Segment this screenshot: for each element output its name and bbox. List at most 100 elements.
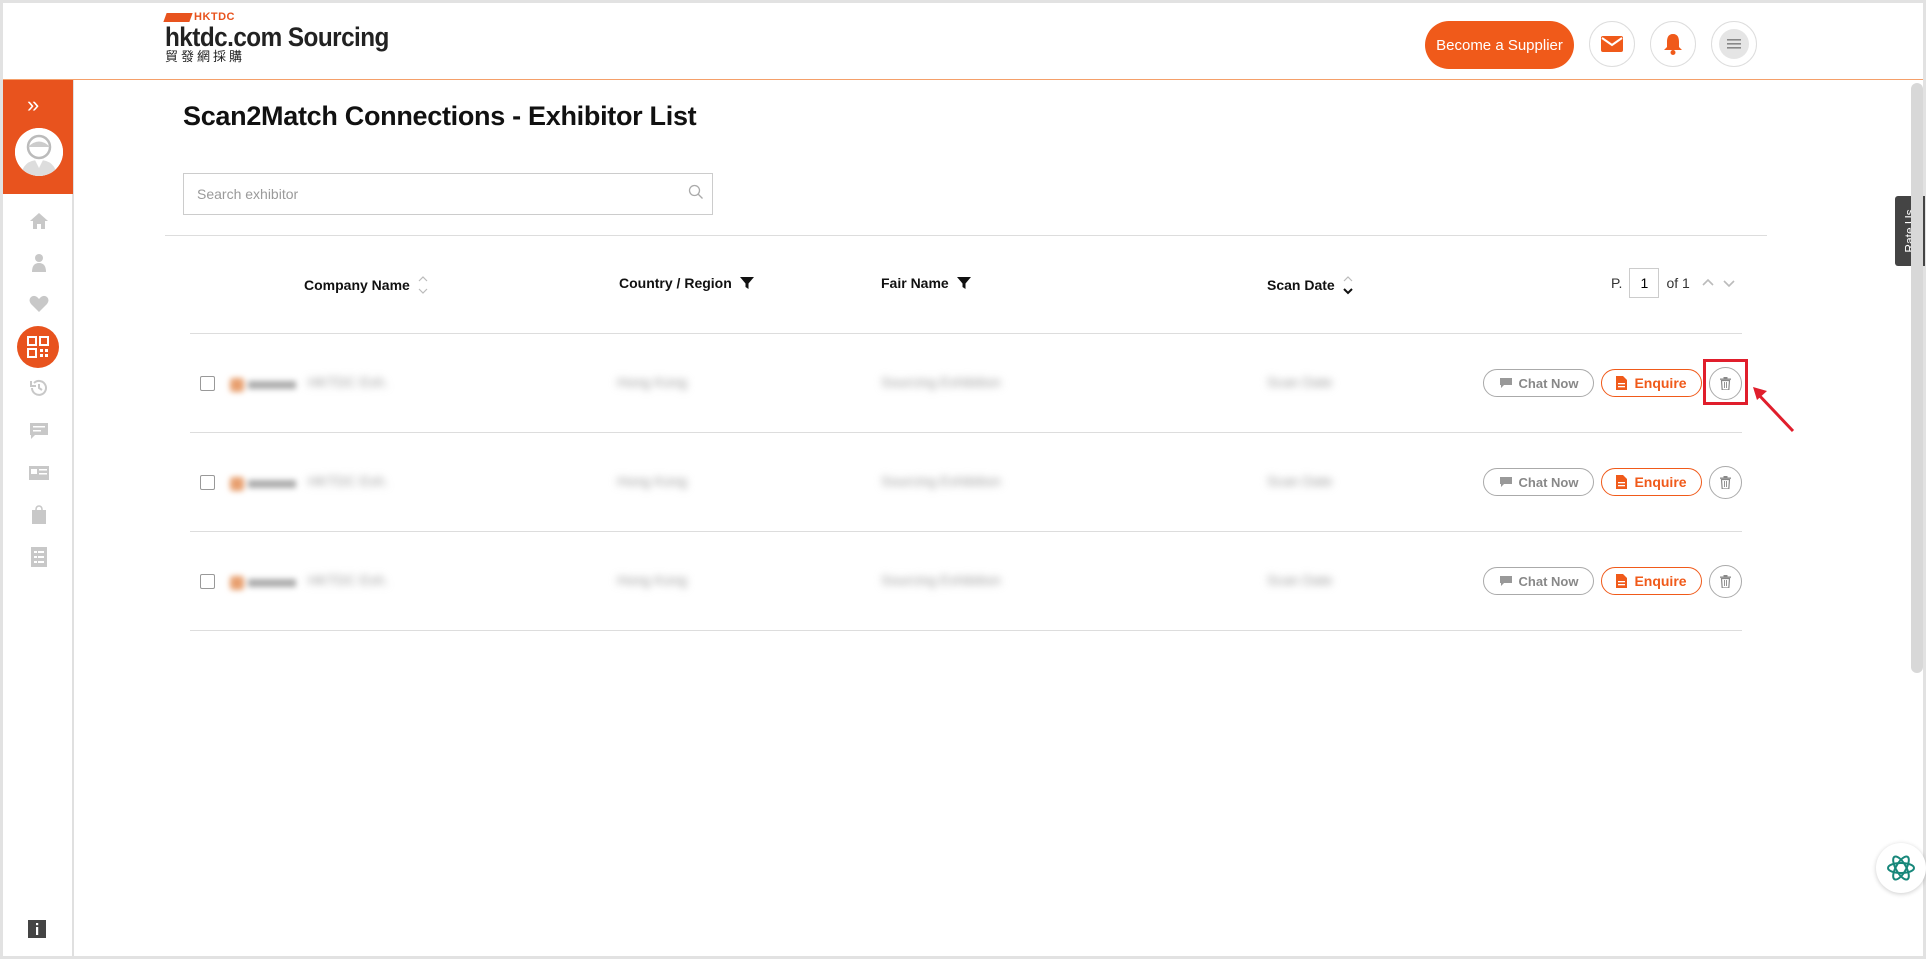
sidebar-item-favorites[interactable] <box>28 293 50 315</box>
sidebar-item-history[interactable] <box>28 377 50 399</box>
sort-icon <box>418 276 428 294</box>
sidebar-item-messages[interactable] <box>28 420 50 442</box>
info-button[interactable] <box>28 920 46 943</box>
hktdc-logo[interactable]: HKTDC hktdc.com Sourcing 貿發網採購 <box>163 11 414 65</box>
chat-now-label: Chat Now <box>1518 573 1579 589</box>
hktdc-mark-icon <box>163 12 193 22</box>
chat-now-button[interactable]: Chat Now <box>1483 468 1594 496</box>
country-region: Hong Kong <box>617 473 688 489</box>
qr-code-icon <box>27 336 49 358</box>
row-divider <box>190 630 1742 631</box>
search-icon[interactable] <box>688 184 704 205</box>
home-icon <box>30 213 48 229</box>
user-avatar-icon <box>15 128 63 176</box>
avatar[interactable] <box>15 128 63 176</box>
scrollbar[interactable] <box>1911 83 1923 673</box>
sidebar-item-scan2match[interactable] <box>17 326 59 368</box>
history-icon <box>30 379 47 396</box>
delete-highlight-box <box>1703 359 1748 405</box>
document-icon <box>1616 574 1628 588</box>
column-header-country-region-label: Country / Region <box>619 275 732 291</box>
trash-icon <box>1720 476 1731 489</box>
page-number-input[interactable] <box>1629 268 1660 298</box>
shopping-bag-icon <box>32 505 46 524</box>
sidebar-item-checklist[interactable] <box>28 546 50 568</box>
chat-now-label: Chat Now <box>1518 474 1579 490</box>
fair-name: Sourcing Exhibition <box>881 572 1001 588</box>
fair-name: Sourcing Exhibition <box>881 374 1001 390</box>
pager-total: of 1 <box>1666 275 1690 291</box>
menu-button[interactable] <box>1711 21 1757 67</box>
chat-now-button[interactable]: Chat Now <box>1483 369 1594 397</box>
enquire-button[interactable]: Enquire <box>1601 567 1702 595</box>
enquire-label: Enquire <box>1634 474 1687 490</box>
company-logo <box>230 473 300 495</box>
delete-button[interactable] <box>1709 565 1742 598</box>
column-header-company-name[interactable]: Company Name <box>304 275 428 295</box>
bell-icon <box>1664 34 1682 55</box>
document-icon <box>1616 376 1628 390</box>
company-logo <box>230 374 300 396</box>
message-icon <box>30 423 48 439</box>
chat-icon <box>1499 378 1512 388</box>
row-checkbox[interactable] <box>200 475 215 490</box>
company-name[interactable]: HKTDC Exh. <box>308 374 388 392</box>
chat-now-button[interactable]: Chat Now <box>1483 567 1594 595</box>
enquire-button[interactable]: Enquire <box>1601 369 1702 397</box>
scan-date: Scan Date <box>1267 572 1333 588</box>
mail-icon <box>1601 36 1623 52</box>
filter-icon <box>956 277 971 289</box>
chat-icon <box>1499 576 1512 586</box>
pagination: P. of 1 <box>1611 268 1736 298</box>
table-row: HKTDC Exh. Hong Kong Sourcing Exhibition… <box>190 532 1742 630</box>
mail-button[interactable] <box>1589 21 1635 67</box>
become-supplier-button[interactable]: Become a Supplier <box>1425 21 1574 69</box>
column-header-fair-name[interactable]: Fair Name <box>881 275 971 291</box>
sidebar-header: » <box>3 80 73 194</box>
sort-icon <box>1342 276 1353 295</box>
row-checkbox[interactable] <box>200 574 215 589</box>
chat-icon <box>1499 477 1512 487</box>
top-header: HKTDC hktdc.com Sourcing 貿發網採購 Become a … <box>3 3 1923 80</box>
heart-icon <box>29 295 49 312</box>
company-name[interactable]: HKTDC Exh. <box>308 572 388 590</box>
column-header-fair-name-label: Fair Name <box>881 275 949 291</box>
enquire-label: Enquire <box>1634 573 1687 589</box>
delete-button[interactable] <box>1709 466 1742 499</box>
column-header-country-region[interactable]: Country / Region <box>619 275 754 291</box>
filter-icon <box>739 277 754 289</box>
sidebar-item-orders[interactable] <box>28 504 50 526</box>
search-input[interactable] <box>184 174 674 214</box>
pager-prefix: P. <box>1611 275 1623 291</box>
page-title: Scan2Match Connections - Exhibitor List <box>183 101 697 131</box>
notification-button[interactable] <box>1650 21 1696 67</box>
country-region: Hong Kong <box>617 572 688 588</box>
company-name[interactable]: HKTDC Exh. <box>308 473 388 491</box>
enquire-button[interactable]: Enquire <box>1601 468 1702 496</box>
company-logo <box>230 572 300 594</box>
annotation-arrow-icon <box>1753 387 1795 433</box>
column-header-scan-date-label: Scan Date <box>1267 277 1335 293</box>
trash-icon <box>1720 575 1731 588</box>
table-row: HKTDC Exh. Hong Kong Sourcing Exhibition… <box>190 334 1742 432</box>
chevron-down-icon[interactable] <box>1722 278 1736 288</box>
card-icon <box>29 466 49 480</box>
sidebar-item-cards[interactable] <box>28 462 50 484</box>
logo-chinese-text: 貿發網採購 <box>165 50 246 65</box>
checklist-icon <box>31 547 47 567</box>
user-icon <box>32 254 46 272</box>
sidebar: » <box>3 80 74 956</box>
sidebar-item-profile[interactable] <box>28 252 50 274</box>
document-icon <box>1616 475 1628 489</box>
row-checkbox[interactable] <box>200 376 215 391</box>
expand-sidebar-icon[interactable]: » <box>27 94 39 116</box>
chevron-up-icon[interactable] <box>1701 278 1715 288</box>
search-box <box>183 173 713 215</box>
enquire-label: Enquire <box>1634 375 1687 391</box>
sidebar-item-home[interactable] <box>28 210 50 232</box>
scan-date: Scan Date <box>1267 473 1333 489</box>
logo-main-text: hktdc.com Sourcing <box>165 22 389 52</box>
column-header-scan-date[interactable]: Scan Date <box>1267 275 1353 295</box>
chat-now-label: Chat Now <box>1518 375 1579 391</box>
ai-assistant-button[interactable] <box>1876 843 1926 893</box>
